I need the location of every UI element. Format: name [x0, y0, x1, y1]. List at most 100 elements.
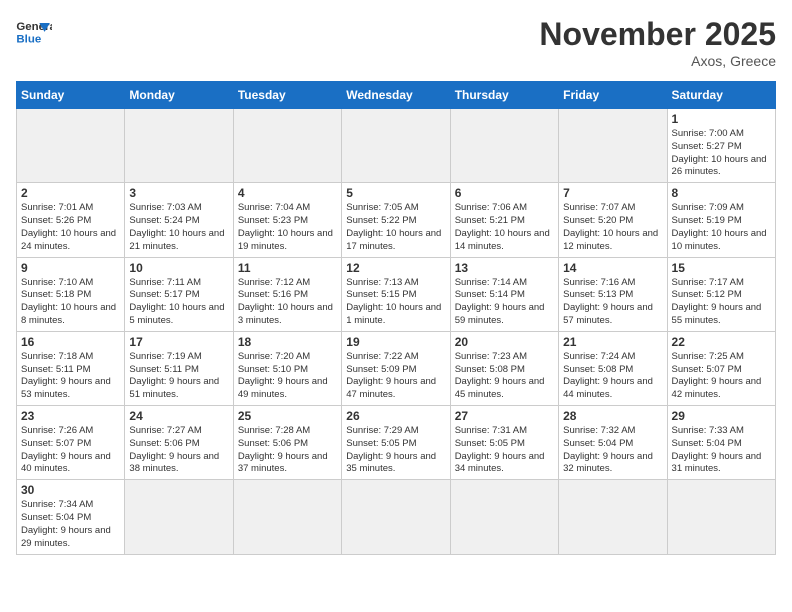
table-row: 29 Sunrise: 7:33 AMSunset: 5:04 PMDayligh… [667, 406, 775, 480]
day-number: 30 [21, 483, 120, 497]
day-info: Sunrise: 7:10 AMSunset: 5:18 PMDaylight:… [21, 277, 120, 328]
day-number: 23 [21, 409, 120, 423]
table-row: 20 Sunrise: 7:23 AMSunset: 5:08 PMDayligh… [450, 331, 558, 405]
table-row: 26 Sunrise: 7:29 AMSunset: 5:05 PMDayligh… [342, 406, 450, 480]
day-number: 11 [238, 261, 337, 275]
table-row: 24 Sunrise: 7:27 AMSunset: 5:06 PMDayligh… [125, 406, 233, 480]
table-row: 9 Sunrise: 7:10 AMSunset: 5:18 PMDaylight… [17, 257, 125, 331]
table-row: 16 Sunrise: 7:18 AMSunset: 5:11 PMDayligh… [17, 331, 125, 405]
day-number: 5 [346, 186, 445, 200]
table-row: 11 Sunrise: 7:12 AMSunset: 5:16 PMDayligh… [233, 257, 341, 331]
table-row: 15Sunrise: 7:17 AMSunset: 5:12 PMDayligh… [667, 257, 775, 331]
day-info: Sunrise: 7:12 AMSunset: 5:16 PMDaylight:… [238, 277, 337, 328]
day-number: 12 [346, 261, 445, 275]
table-row: 28Sunrise: 7:32 AMSunset: 5:04 PMDayligh… [559, 406, 667, 480]
table-row: 13Sunrise: 7:14 AMSunset: 5:14 PMDayligh… [450, 257, 558, 331]
table-row: 22 Sunrise: 7:25 AMSunset: 5:07 PMDayligh… [667, 331, 775, 405]
day-info: Sunrise: 7:18 AMSunset: 5:11 PMDaylight:… [21, 351, 120, 402]
table-row: 23 Sunrise: 7:26 AMSunset: 5:07 PMDayligh… [17, 406, 125, 480]
day-info: Sunrise: 7:27 AMSunset: 5:06 PMDaylight:… [129, 425, 228, 476]
day-number: 7 [563, 186, 662, 200]
table-row: 21 Sunrise: 7:24 AMSunset: 5:08 PMDayligh… [559, 331, 667, 405]
day-number: 28 [563, 409, 662, 423]
day-number: 16 [21, 335, 120, 349]
day-info: Sunrise: 7:09 AMSunset: 5:19 PMDaylight:… [672, 202, 771, 253]
table-row [559, 480, 667, 554]
month-title: November 2025 [539, 16, 776, 53]
day-number: 29 [672, 409, 771, 423]
day-number: 9 [21, 261, 120, 275]
table-row: 17Sunrise: 7:19 AMSunset: 5:11 PMDayligh… [125, 331, 233, 405]
table-row [233, 480, 341, 554]
table-row [125, 480, 233, 554]
header-sunday: Sunday [17, 82, 125, 109]
day-number: 19 [346, 335, 445, 349]
title-area: November 2025 Axos, Greece [539, 16, 776, 69]
day-info: Sunrise: 7:20 AMSunset: 5:10 PMDaylight:… [238, 351, 337, 402]
table-row: 30 Sunrise: 7:34 AMSunset: 5:04 PMDayligh… [17, 480, 125, 554]
svg-text:Blue: Blue [16, 33, 41, 45]
table-row: 8 Sunrise: 7:09 AMSunset: 5:19 PMDaylight… [667, 183, 775, 257]
header-tuesday: Tuesday [233, 82, 341, 109]
day-info: Sunrise: 7:29 AMSunset: 5:05 PMDaylight:… [346, 425, 445, 476]
table-row [125, 109, 233, 183]
day-info: Sunrise: 7:34 AMSunset: 5:04 PMDaylight:… [21, 499, 120, 550]
table-row: 1Sunrise: 7:00 AMSunset: 5:27 PMDaylight… [667, 109, 775, 183]
day-info: Sunrise: 7:17 AMSunset: 5:12 PMDaylight:… [672, 277, 771, 328]
table-row: 4 Sunrise: 7:04 AMSunset: 5:23 PMDaylight… [233, 183, 341, 257]
table-row [559, 109, 667, 183]
table-row: 14 Sunrise: 7:16 AMSunset: 5:13 PMDayligh… [559, 257, 667, 331]
table-row [342, 480, 450, 554]
logo: General Blue [16, 16, 52, 46]
day-number: 20 [455, 335, 554, 349]
day-number: 24 [129, 409, 228, 423]
table-row: 6 Sunrise: 7:06 AMSunset: 5:21 PMDaylight… [450, 183, 558, 257]
day-number: 14 [563, 261, 662, 275]
day-number: 6 [455, 186, 554, 200]
day-number: 26 [346, 409, 445, 423]
day-number: 4 [238, 186, 337, 200]
day-number: 13 [455, 261, 554, 275]
day-info: Sunrise: 7:16 AMSunset: 5:13 PMDaylight:… [563, 277, 662, 328]
table-row: 7 Sunrise: 7:07 AMSunset: 5:20 PMDaylight… [559, 183, 667, 257]
table-row: 5 Sunrise: 7:05 AMSunset: 5:22 PMDaylight… [342, 183, 450, 257]
day-number: 1 [672, 112, 771, 126]
day-info: Sunrise: 7:13 AMSunset: 5:15 PMDaylight:… [346, 277, 445, 328]
day-info: Sunrise: 7:07 AMSunset: 5:20 PMDaylight:… [563, 202, 662, 253]
table-row [667, 480, 775, 554]
page-header: General Blue November 2025 Axos, Greece [16, 16, 776, 69]
day-info: Sunrise: 7:31 AMSunset: 5:05 PMDaylight:… [455, 425, 554, 476]
day-info: Sunrise: 7:03 AMSunset: 5:24 PMDaylight:… [129, 202, 228, 253]
day-number: 2 [21, 186, 120, 200]
calendar-table: Sunday Monday Tuesday Wednesday Thursday… [16, 81, 776, 555]
table-row: 27 Sunrise: 7:31 AMSunset: 5:05 PMDayligh… [450, 406, 558, 480]
table-row: 19 Sunrise: 7:22 AMSunset: 5:09 PMDayligh… [342, 331, 450, 405]
table-row: 18 Sunrise: 7:20 AMSunset: 5:10 PMDayligh… [233, 331, 341, 405]
day-info: Sunrise: 7:28 AMSunset: 5:06 PMDaylight:… [238, 425, 337, 476]
day-info: Sunrise: 7:06 AMSunset: 5:21 PMDaylight:… [455, 202, 554, 253]
day-number: 18 [238, 335, 337, 349]
table-row [450, 480, 558, 554]
header-saturday: Saturday [667, 82, 775, 109]
day-number: 3 [129, 186, 228, 200]
table-row [450, 109, 558, 183]
table-row: 2 Sunrise: 7:01 AMSunset: 5:26 PMDaylight… [17, 183, 125, 257]
day-info: Sunrise: 7:33 AMSunset: 5:04 PMDaylight:… [672, 425, 771, 476]
day-info: Sunrise: 7:04 AMSunset: 5:23 PMDaylight:… [238, 202, 337, 253]
table-row [233, 109, 341, 183]
day-number: 27 [455, 409, 554, 423]
day-info: Sunrise: 7:22 AMSunset: 5:09 PMDaylight:… [346, 351, 445, 402]
location: Axos, Greece [539, 53, 776, 69]
day-number: 21 [563, 335, 662, 349]
day-info: Sunrise: 7:26 AMSunset: 5:07 PMDaylight:… [21, 425, 120, 476]
day-info: Sunrise: 7:25 AMSunset: 5:07 PMDaylight:… [672, 351, 771, 402]
day-info: Sunrise: 7:05 AMSunset: 5:22 PMDaylight:… [346, 202, 445, 253]
header-wednesday: Wednesday [342, 82, 450, 109]
day-number: 8 [672, 186, 771, 200]
day-info: Sunrise: 7:23 AMSunset: 5:08 PMDaylight:… [455, 351, 554, 402]
day-info: Sunrise: 7:24 AMSunset: 5:08 PMDaylight:… [563, 351, 662, 402]
table-row: 3 Sunrise: 7:03 AMSunset: 5:24 PMDaylight… [125, 183, 233, 257]
weekday-header-row: Sunday Monday Tuesday Wednesday Thursday… [17, 82, 776, 109]
day-number: 22 [672, 335, 771, 349]
day-info: Sunrise: 7:01 AMSunset: 5:26 PMDaylight:… [21, 202, 120, 253]
